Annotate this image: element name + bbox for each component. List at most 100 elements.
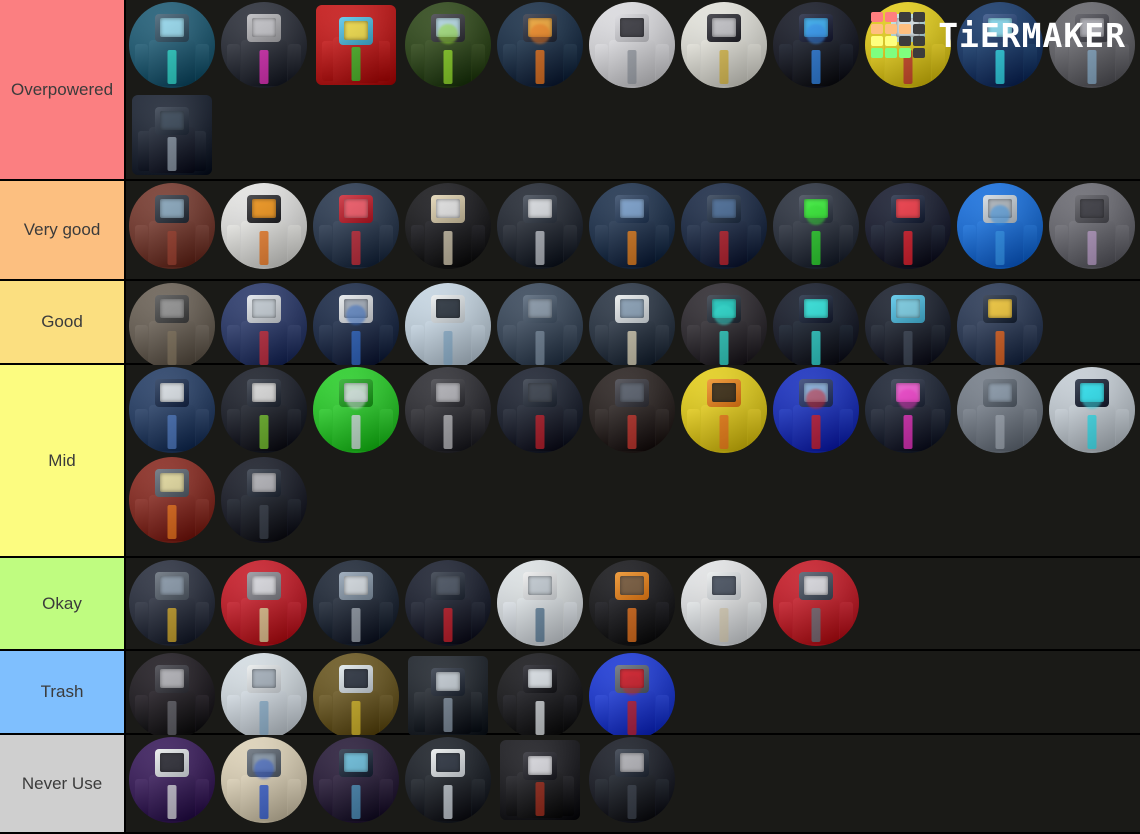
green-pole-suit-man-thumbnail (218, 365, 310, 455)
tier-label-very-good[interactable]: Very good (0, 181, 126, 279)
gold-suit-cameraman-thumbnail (126, 558, 218, 648)
tier-item[interactable] (954, 365, 1046, 455)
tier-row-good: Good (0, 281, 1140, 369)
logo-cell-r2-c1 (885, 36, 898, 46)
tier-item[interactable] (494, 558, 586, 648)
tier-item[interactable] (586, 281, 678, 371)
tier-item[interactable] (218, 281, 310, 371)
tier-items-very-good (126, 181, 1140, 279)
tier-item[interactable] (586, 558, 678, 648)
tier-item[interactable] (494, 651, 586, 741)
tier-item[interactable] (402, 651, 494, 741)
tier-item[interactable] (402, 0, 494, 90)
tier-item[interactable] (218, 455, 310, 545)
suit-tv-man-basic-thumbnail (402, 735, 494, 825)
red-box-speaker-thumbnail (494, 735, 586, 825)
tier-item[interactable] (494, 735, 586, 825)
tall-speaker-toilet-thumbnail (494, 651, 586, 741)
tier-item[interactable] (770, 558, 862, 648)
tier-label-text: Very good (23, 220, 101, 240)
tier-item[interactable] (770, 181, 862, 271)
tier-item[interactable] (678, 0, 770, 90)
tier-item[interactable] (310, 365, 402, 455)
tier-item[interactable] (218, 365, 310, 455)
tier-item[interactable] (218, 735, 310, 825)
tier-item[interactable] (678, 365, 770, 455)
static-screen-titan-thumbnail (402, 365, 494, 455)
tier-label-never-use[interactable]: Never Use (0, 735, 126, 832)
tier-label-overpowered[interactable]: Overpowered (0, 0, 126, 179)
red-devil-speaker-man-thumbnail (218, 558, 310, 648)
tier-row-never-use: Never Use (0, 735, 1140, 834)
tier-item[interactable] (310, 281, 402, 371)
tier-item[interactable] (126, 651, 218, 741)
tier-item[interactable] (310, 181, 402, 271)
tier-item[interactable] (126, 181, 218, 271)
tier-item[interactable] (126, 558, 218, 648)
tier-item[interactable] (586, 365, 678, 455)
tier-item[interactable] (770, 281, 862, 371)
tier-item[interactable] (126, 90, 218, 180)
tier-item[interactable] (126, 735, 218, 825)
tier-item[interactable] (402, 735, 494, 825)
tier-item[interactable] (218, 0, 310, 90)
tier-item[interactable] (586, 0, 678, 90)
tier-item[interactable] (126, 455, 218, 545)
tier-item[interactable] (402, 281, 494, 371)
tier-label-trash[interactable]: Trash (0, 651, 126, 733)
red-dot-mech-titan-thumbnail (862, 181, 954, 271)
tier-item[interactable] (218, 558, 310, 648)
tier-row-okay: Okay (0, 558, 1140, 651)
tier-item[interactable] (494, 365, 586, 455)
logo-cell-r1-c0 (871, 24, 884, 34)
tier-items-never-use (126, 735, 1140, 832)
tier-item[interactable] (770, 0, 862, 90)
tier-item[interactable] (310, 558, 402, 648)
tier-label-mid[interactable]: Mid (0, 365, 126, 556)
tier-item[interactable] (402, 558, 494, 648)
tier-item[interactable] (954, 281, 1046, 371)
tier-item[interactable] (586, 651, 678, 741)
tier-item[interactable] (586, 735, 678, 825)
tier-item[interactable] (310, 651, 402, 741)
tier-item[interactable] (402, 365, 494, 455)
tier-item[interactable] (126, 0, 218, 90)
cyan-tentacle-titan-thumbnail (770, 281, 862, 371)
logo-cell-r2-c0 (871, 36, 884, 46)
tier-item[interactable] (678, 281, 770, 371)
red-grey-speakerman-thumbnail (770, 558, 862, 648)
tier-item[interactable] (310, 735, 402, 825)
white-screen-suit-man-thumbnail (310, 558, 402, 648)
tier-item[interactable] (954, 181, 1046, 271)
tier-item[interactable] (1046, 365, 1138, 455)
tier-item[interactable] (586, 181, 678, 271)
tier-item[interactable] (402, 181, 494, 271)
tier-item[interactable] (678, 181, 770, 271)
tier-item[interactable] (126, 281, 218, 371)
tier-label-good[interactable]: Good (0, 281, 126, 363)
tier-label-okay[interactable]: Okay (0, 558, 126, 649)
tier-item[interactable] (1046, 181, 1138, 271)
dotted-speaker-titan-thumbnail (494, 181, 586, 271)
tiermaker-logo[interactable]: TiERMAKER (871, 12, 1126, 58)
tier-item[interactable] (126, 365, 218, 455)
tier-item[interactable] (770, 365, 862, 455)
dark-blade-tv-man-thumbnail (862, 281, 954, 371)
tier-item[interactable] (494, 281, 586, 371)
tier-item[interactable] (862, 365, 954, 455)
tier-item[interactable] (218, 651, 310, 741)
tier-items-mid (126, 365, 1140, 556)
tier-item[interactable] (218, 181, 310, 271)
tier-item[interactable] (494, 181, 586, 271)
tier-items-okay (126, 558, 1140, 649)
candy-cane-tv-man-thumbnail (218, 281, 310, 371)
tier-item[interactable] (862, 181, 954, 271)
tier-item[interactable] (494, 0, 586, 90)
blue-red-tv-titan-thumbnail (770, 365, 862, 455)
tier-item[interactable] (310, 0, 402, 90)
logo-cell-r2-c3 (913, 36, 926, 46)
logo-cell-r0-c2 (899, 12, 912, 22)
tier-item[interactable] (862, 281, 954, 371)
tier-item[interactable] (678, 558, 770, 648)
white-tv-drone-man-thumbnail (402, 281, 494, 371)
